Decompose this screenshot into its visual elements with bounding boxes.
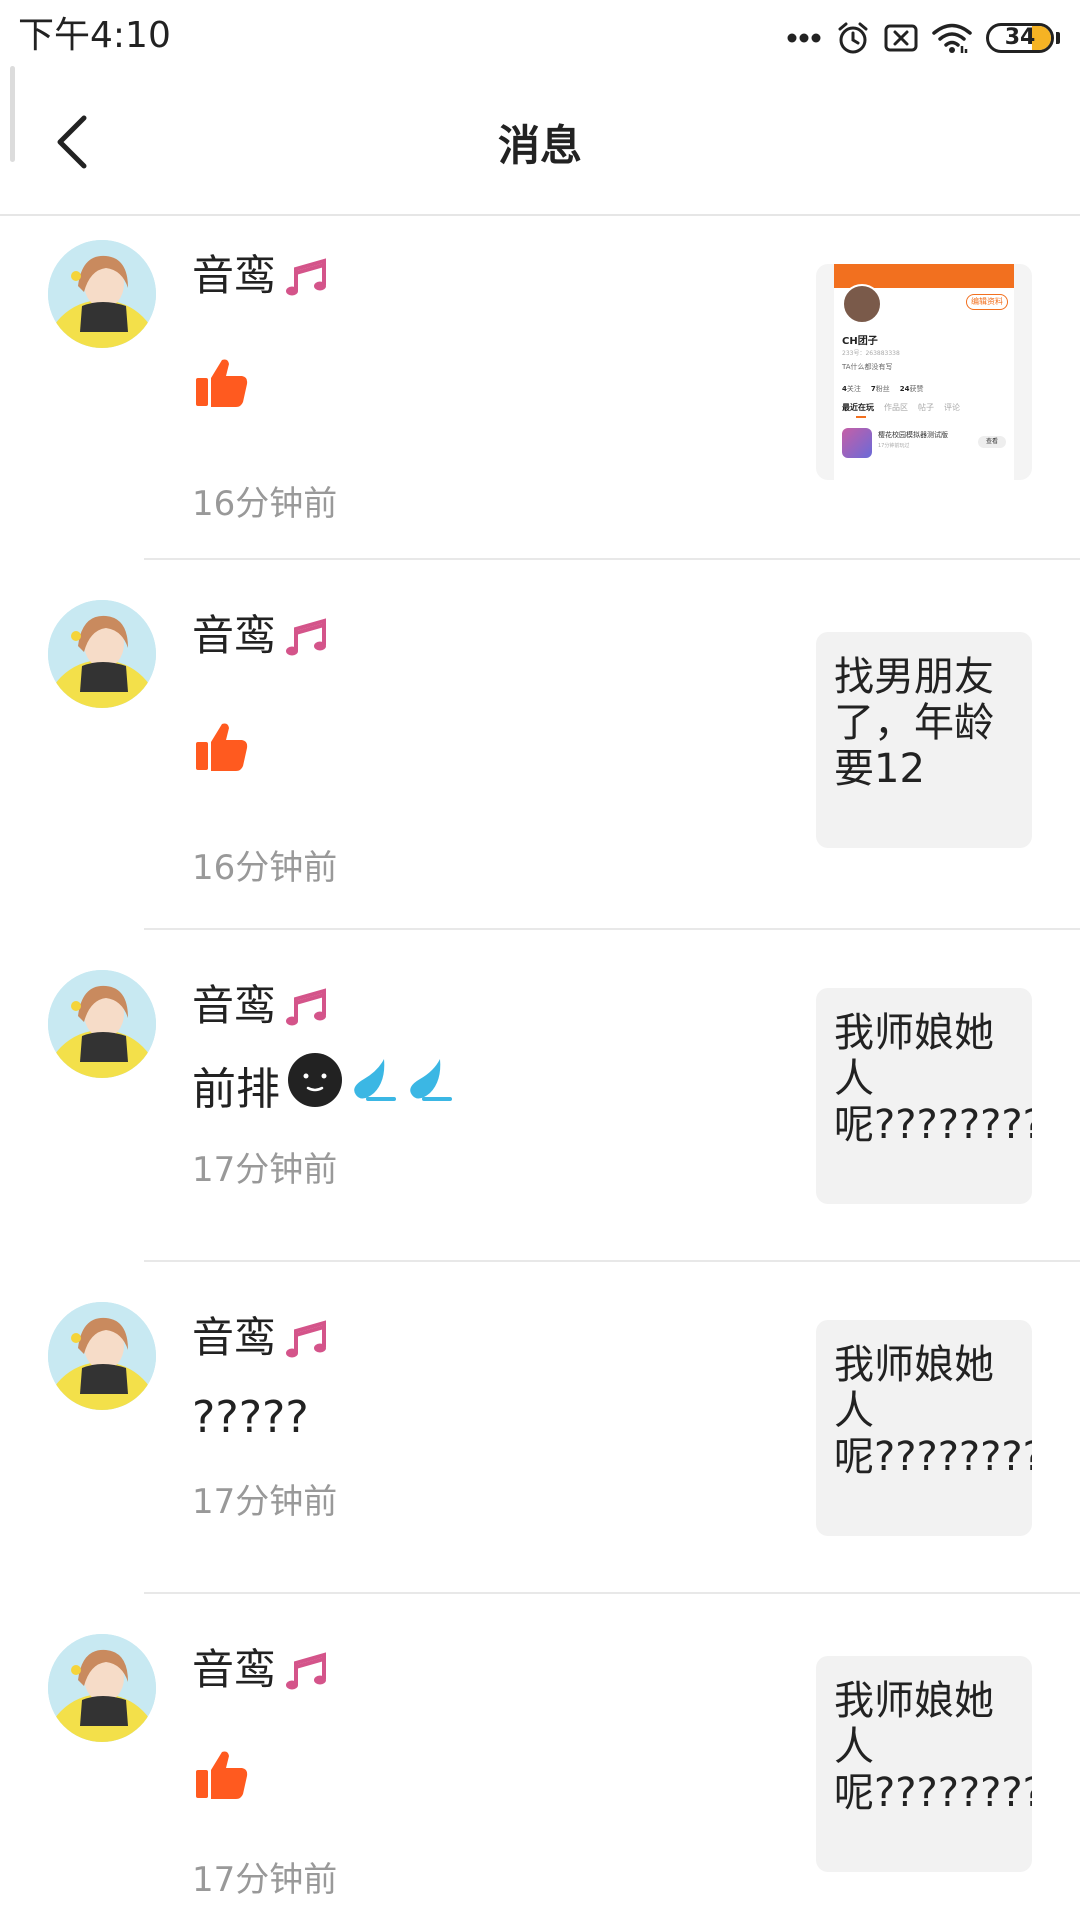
message-content	[192, 712, 250, 782]
music-note-icon	[282, 1313, 332, 1363]
avatar	[842, 284, 882, 324]
username-row: 音鸾	[192, 1308, 332, 1368]
status-time: 下午4:10	[18, 15, 171, 56]
message-text: 前排	[192, 1064, 280, 1115]
dark-smiley-emoji-icon	[286, 1051, 344, 1120]
battery-icon: 34	[986, 23, 1054, 53]
list-item[interactable]: 音鸾 前排 17分钟前 我师娘她人呢????????	[0, 930, 1080, 1262]
battery-level: 34	[1004, 25, 1036, 50]
sweat-drop-icon	[406, 1051, 456, 1120]
timestamp: 17分钟前	[192, 1150, 338, 1190]
post-preview[interactable]: 我师娘她人呢????????	[816, 1656, 1032, 1872]
music-note-icon	[282, 251, 332, 301]
message-content	[192, 1740, 250, 1810]
music-note-icon	[282, 611, 332, 661]
message-content: ?????	[192, 1382, 309, 1452]
username[interactable]: 音鸾	[192, 606, 276, 666]
page-title: 消息	[497, 121, 582, 170]
list-item[interactable]: 音鸾 ????? 17分钟前 我师娘她人呢????????	[0, 1262, 1080, 1594]
alarm-icon	[836, 21, 870, 55]
timestamp: 17分钟前	[192, 1482, 338, 1522]
edit-profile-button: 编辑资料	[966, 294, 1008, 310]
no-sim-icon	[884, 23, 918, 53]
thumbs-up-icon	[192, 718, 250, 776]
profile-name: CH团子	[842, 336, 878, 347]
username-row: 音鸾	[192, 1640, 332, 1700]
username[interactable]: 音鸾	[192, 246, 276, 306]
list-item[interactable]: 音鸾 16分钟前 编辑资料 CH团子 233号：263883338 TA什么都没…	[0, 216, 1080, 560]
thumbs-up-icon	[192, 1746, 250, 1804]
header: 消息	[0, 76, 1080, 216]
profile-bio: TA什么都没有写	[842, 363, 893, 371]
timestamp: 16分钟前	[192, 484, 338, 524]
profile-tabs: 最近在玩 作品区 帖子 评论	[842, 403, 960, 412]
message-content: 前排	[192, 1050, 456, 1120]
battery-tip	[1056, 32, 1060, 44]
username-row: 音鸾	[192, 606, 332, 666]
thumbs-up-icon	[192, 354, 250, 412]
recent-game: 樱花校园模拟器测试版 17分钟前玩过 查看	[842, 426, 1010, 460]
avatar[interactable]	[48, 970, 156, 1078]
post-preview[interactable]: 找男朋友了，年龄要12	[816, 632, 1032, 848]
message-list: 音鸾 16分钟前 编辑资料 CH团子 233号：263883338 TA什么都没…	[0, 216, 1080, 1914]
music-note-icon	[282, 981, 332, 1031]
username-row: 音鸾	[192, 976, 332, 1036]
status-bar: 下午4:10 34	[0, 0, 1080, 76]
avatar[interactable]	[48, 1634, 156, 1742]
username[interactable]: 音鸾	[192, 1640, 276, 1700]
status-icons: 34	[786, 16, 1060, 60]
post-preview[interactable]: 我师娘她人呢????????	[816, 988, 1032, 1204]
post-preview[interactable]: 我师娘她人呢????????	[816, 1320, 1032, 1536]
message-content	[192, 348, 250, 418]
profile-stats: 4关注 7粉丝 24获赞	[842, 385, 924, 393]
profile-id: 233号：263883338	[842, 350, 900, 357]
avatar[interactable]	[48, 1302, 156, 1410]
sweat-drop-icon	[350, 1051, 400, 1120]
timestamp: 17分钟前	[192, 1860, 338, 1900]
message-text: ?????	[192, 1391, 309, 1443]
profile-preview[interactable]: 编辑资料 CH团子 233号：263883338 TA什么都没有写 4关注 7粉…	[816, 264, 1032, 480]
game-icon	[842, 428, 872, 458]
username[interactable]: 音鸾	[192, 1308, 276, 1368]
timestamp: 16分钟前	[192, 848, 338, 888]
avatar[interactable]	[48, 240, 156, 348]
more-dots-icon	[786, 32, 822, 44]
avatar[interactable]	[48, 600, 156, 708]
list-item[interactable]: 音鸾 16分钟前 找男朋友了，年龄要12	[0, 560, 1080, 930]
username-row: 音鸾	[192, 246, 332, 306]
wifi-icon	[932, 22, 972, 54]
list-item[interactable]: 音鸾 17分钟前 我师娘她人呢????????	[0, 1594, 1080, 1914]
music-note-icon	[282, 1645, 332, 1695]
username[interactable]: 音鸾	[192, 976, 276, 1036]
